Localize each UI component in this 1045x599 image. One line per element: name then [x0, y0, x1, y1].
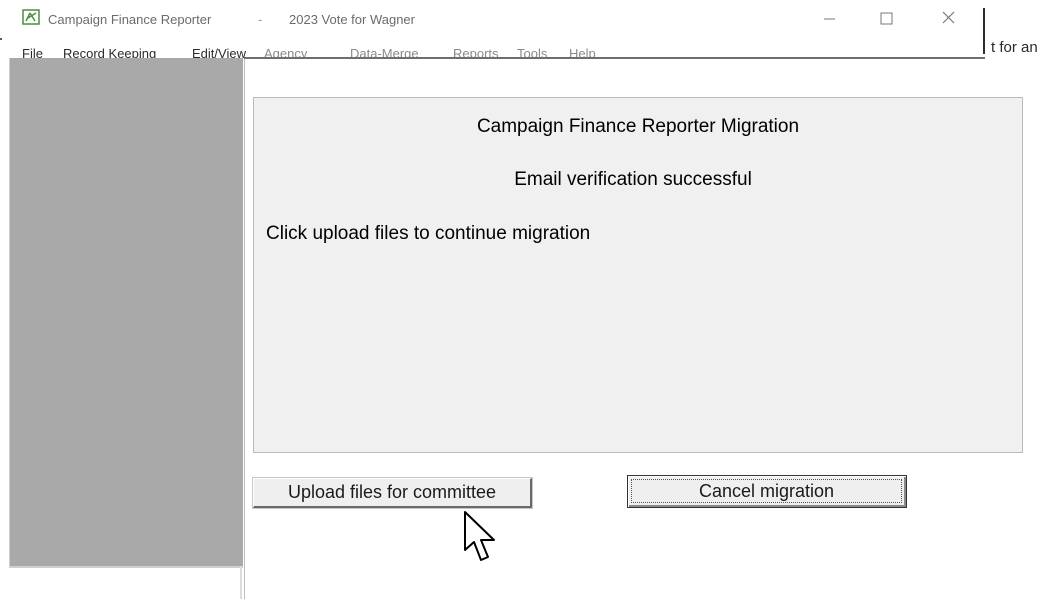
dialog-top-border — [244, 57, 985, 59]
side-panel — [9, 58, 243, 568]
upload-files-button[interactable]: Upload files for committee — [253, 478, 532, 508]
cancel-migration-button[interactable]: Cancel migration — [627, 475, 907, 508]
message-panel — [253, 97, 1023, 453]
dialog-heading: Campaign Finance Reporter Migration — [476, 116, 800, 137]
background-window-text: t for an — [991, 39, 1038, 56]
window-app-title: Campaign Finance Reporter — [48, 12, 212, 27]
app-icon — [22, 9, 40, 25]
verification-status: Email verification successful — [514, 169, 752, 190]
title-bar: Campaign Finance Reporter - 2023 Vote fo… — [0, 0, 985, 38]
window-document-title: 2023 Vote for Wagner — [289, 12, 415, 27]
upload-files-label: Upload files for committee — [287, 482, 497, 502]
instruction-text: Click upload files to continue migration — [266, 223, 591, 244]
window-title-separator: - — [258, 12, 263, 27]
maximize-icon[interactable] — [868, 6, 904, 32]
menu-bar: File Record Keeping Edit/View Agency Dat… — [0, 38, 985, 61]
minimize-icon[interactable] — [812, 6, 848, 32]
panel-divider — [240, 566, 242, 599]
cancel-migration-label: Cancel migration — [631, 479, 902, 503]
close-icon[interactable] — [930, 6, 966, 32]
